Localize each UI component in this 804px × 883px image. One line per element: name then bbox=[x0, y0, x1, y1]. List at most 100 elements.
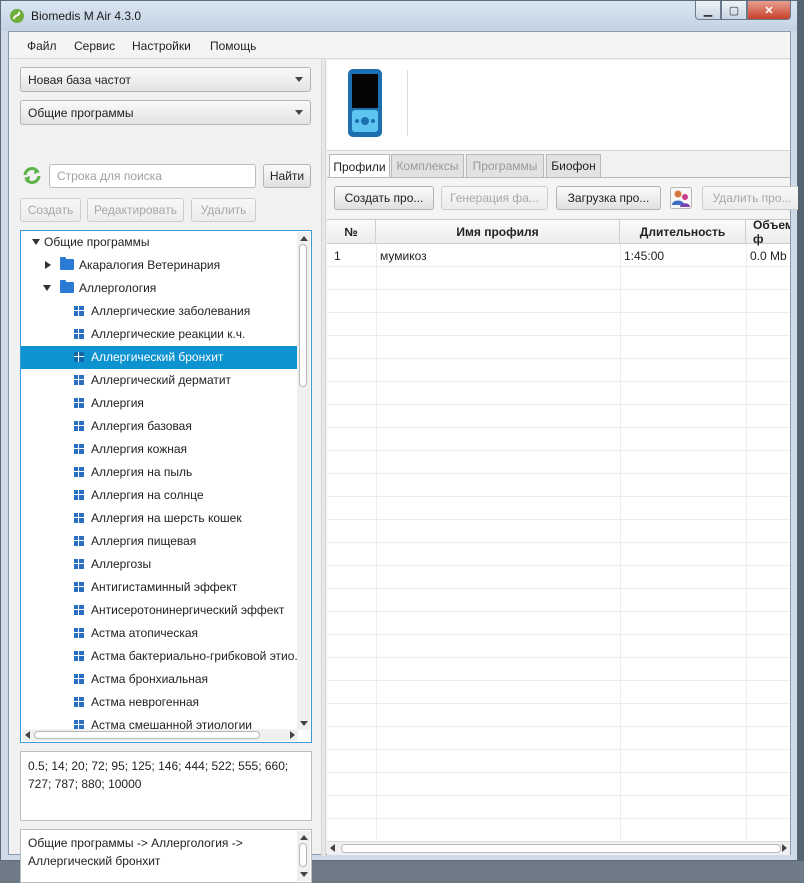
program-tree[interactable]: Общие программы Акаралогия Ветеринария А… bbox=[20, 230, 312, 743]
device-icon[interactable] bbox=[347, 68, 383, 138]
scroll-down-arrow-icon[interactable] bbox=[300, 872, 308, 877]
maximize-button[interactable]: ▢ bbox=[721, 1, 747, 20]
table-row[interactable] bbox=[327, 589, 790, 612]
scroll-left-arrow-icon[interactable] bbox=[330, 844, 335, 852]
table-row[interactable] bbox=[327, 566, 790, 589]
table-row[interactable]: 1 мумикоз 1:45:00 0.0 Mb bbox=[327, 244, 790, 267]
table-row[interactable] bbox=[327, 428, 790, 451]
tree-item[interactable]: Аллергия пищевая bbox=[21, 530, 297, 553]
tree-item[interactable]: Аллергия на солнце bbox=[21, 484, 297, 507]
tab-complexes[interactable]: Комплексы bbox=[391, 154, 464, 177]
tree-item[interactable]: Астма бактериально-грибковой этио. bbox=[21, 645, 298, 668]
table-row[interactable] bbox=[327, 704, 790, 727]
tab-biofon[interactable]: Биофон bbox=[546, 154, 601, 177]
table-row[interactable] bbox=[327, 543, 790, 566]
column-header-duration[interactable]: Длительность bbox=[620, 220, 746, 244]
scroll-right-arrow-icon[interactable] bbox=[290, 731, 295, 739]
table-horizontal-scrollbar[interactable] bbox=[327, 841, 790, 855]
search-button[interactable]: Найти bbox=[263, 164, 311, 188]
refresh-icon[interactable] bbox=[21, 165, 43, 185]
table-row[interactable] bbox=[327, 727, 790, 750]
users-icon[interactable] bbox=[670, 187, 692, 209]
tree-item[interactable]: Аллергические реакции к.ч. bbox=[21, 323, 297, 346]
tree-folder-allergology[interactable]: Аллергология bbox=[21, 277, 297, 300]
panel-splitter[interactable] bbox=[321, 59, 326, 856]
tree-vertical-scrollbar[interactable] bbox=[297, 232, 310, 730]
scroll-up-arrow-icon[interactable] bbox=[300, 835, 308, 840]
tree-item[interactable]: Астма неврогенная bbox=[21, 691, 297, 714]
tree-item[interactable]: Аллергия на пыль bbox=[21, 461, 297, 484]
search-input[interactable] bbox=[49, 164, 256, 188]
table-row[interactable] bbox=[327, 520, 790, 543]
scroll-up-arrow-icon[interactable] bbox=[300, 236, 308, 241]
tree-item-label: Аллергические заболевания bbox=[91, 304, 251, 318]
create-profile-button[interactable]: Создать про... bbox=[334, 186, 434, 210]
tree-horizontal-scrollbar[interactable] bbox=[22, 729, 298, 741]
table-row[interactable] bbox=[327, 451, 790, 474]
column-header-number[interactable]: № bbox=[327, 220, 376, 244]
tree-item[interactable]: Аллергия базовая bbox=[21, 415, 297, 438]
frequency-base-select[interactable]: Новая база частот bbox=[20, 67, 311, 92]
column-header-size[interactable]: Объем ф bbox=[746, 220, 790, 246]
tree-item[interactable]: Аллергический бронхит bbox=[21, 346, 297, 369]
menu-file[interactable]: Файл bbox=[27, 39, 57, 53]
table-hscroll-thumb[interactable] bbox=[341, 844, 781, 853]
program-path: Общие программы -> Аллергология -> Аллер… bbox=[20, 829, 312, 883]
tree-item[interactable]: Антисеротонинергический эффект bbox=[21, 599, 297, 622]
table-row[interactable] bbox=[327, 313, 790, 336]
tab-profiles[interactable]: Профили bbox=[329, 154, 390, 178]
tree-item[interactable]: Аллергия bbox=[21, 392, 297, 415]
tree-item[interactable]: Аллергические заболевания bbox=[21, 300, 297, 323]
menu-help[interactable]: Помощь bbox=[210, 39, 256, 53]
table-row[interactable] bbox=[327, 635, 790, 658]
tree-root-general-programs[interactable]: Общие программы bbox=[21, 231, 297, 254]
table-row[interactable] bbox=[327, 382, 790, 405]
collapse-arrow-icon[interactable] bbox=[45, 261, 51, 269]
programs-section-select[interactable]: Общие программы bbox=[20, 100, 311, 125]
scroll-left-arrow-icon[interactable] bbox=[25, 731, 30, 739]
tree-item[interactable]: Аллергический дерматит bbox=[21, 369, 297, 392]
delete-profile-button[interactable]: Удалить про... bbox=[702, 186, 802, 210]
tree-item[interactable]: Антигистаминный эффект bbox=[21, 576, 297, 599]
delete-button[interactable]: Удалить bbox=[191, 198, 256, 222]
table-row[interactable] bbox=[327, 681, 790, 704]
table-row[interactable] bbox=[327, 474, 790, 497]
tree-hscroll-thumb[interactable] bbox=[34, 731, 260, 739]
table-row[interactable] bbox=[327, 750, 790, 773]
table-row[interactable] bbox=[327, 773, 790, 796]
table-row[interactable] bbox=[327, 405, 790, 428]
program-icon bbox=[74, 398, 84, 408]
minimize-button[interactable]: ▁ bbox=[695, 1, 721, 20]
load-profile-button[interactable]: Загрузка про... bbox=[556, 186, 661, 210]
menu-settings[interactable]: Настройки bbox=[132, 39, 191, 53]
tree-item[interactable]: Астма атопическая bbox=[21, 622, 297, 645]
title-bar[interactable]: Biomedis M Air 4.3.0 ▁ ▢ ✕ bbox=[1, 1, 797, 31]
column-header-profile-name[interactable]: Имя профиля bbox=[376, 220, 620, 244]
table-row[interactable] bbox=[327, 359, 790, 382]
close-button[interactable]: ✕ bbox=[747, 1, 791, 20]
path-vertical-scrollbar[interactable] bbox=[297, 831, 310, 881]
generate-button[interactable]: Генерация фа... bbox=[441, 186, 548, 210]
tree-item[interactable]: Аллергозы bbox=[21, 553, 297, 576]
scroll-right-arrow-icon[interactable] bbox=[782, 844, 787, 852]
tree-item[interactable]: Аллергия на шерсть кошек bbox=[21, 507, 297, 530]
table-row[interactable] bbox=[327, 336, 790, 359]
expand-arrow-icon[interactable] bbox=[32, 239, 40, 245]
tree-item[interactable]: Аллергия кожная bbox=[21, 438, 297, 461]
tree-scroll-thumb[interactable] bbox=[299, 244, 307, 387]
table-row[interactable] bbox=[327, 267, 790, 290]
table-row[interactable] bbox=[327, 612, 790, 635]
scroll-down-arrow-icon[interactable] bbox=[300, 721, 308, 726]
tree-item[interactable]: Астма бронхиальная bbox=[21, 668, 297, 691]
tab-programs[interactable]: Программы bbox=[466, 154, 544, 177]
table-row[interactable] bbox=[327, 658, 790, 681]
menu-service[interactable]: Сервис bbox=[74, 39, 115, 53]
edit-button[interactable]: Редактировать bbox=[87, 198, 184, 222]
table-row[interactable] bbox=[327, 290, 790, 313]
table-row[interactable] bbox=[327, 796, 790, 819]
table-row[interactable] bbox=[327, 497, 790, 520]
expand-arrow-icon[interactable] bbox=[43, 285, 51, 291]
tree-folder-acarology[interactable]: Акаралогия Ветеринария bbox=[21, 254, 297, 277]
create-button[interactable]: Создать bbox=[20, 198, 81, 222]
path-scroll-thumb[interactable] bbox=[299, 843, 307, 867]
